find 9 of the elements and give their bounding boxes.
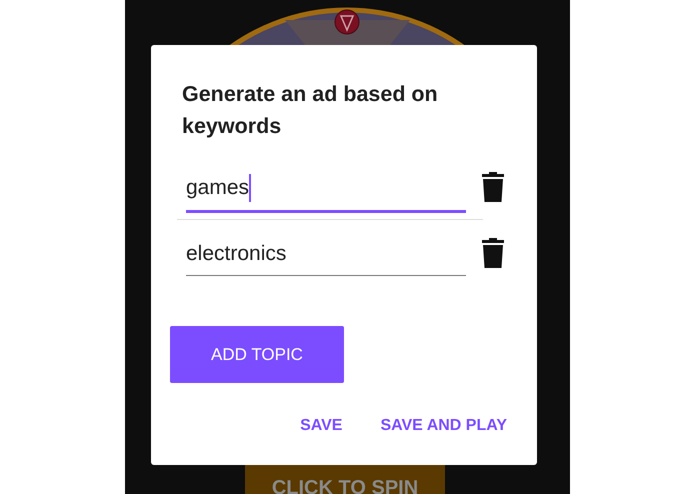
keyword-field[interactable]: games (186, 168, 466, 212)
trash-icon[interactable] (482, 238, 504, 268)
trash-icon[interactable] (482, 172, 504, 202)
save-button[interactable]: SAVE (300, 414, 342, 438)
add-topic-button[interactable]: ADD TOPIC (170, 326, 344, 383)
keyword-field[interactable]: electronics (186, 234, 466, 276)
dialog-title: Generate an ad based on keywords (182, 81, 439, 140)
save-and-play-button[interactable]: SAVE AND PLAY (380, 414, 507, 438)
spin-button[interactable]: CLICK TO SPIN (245, 465, 445, 494)
